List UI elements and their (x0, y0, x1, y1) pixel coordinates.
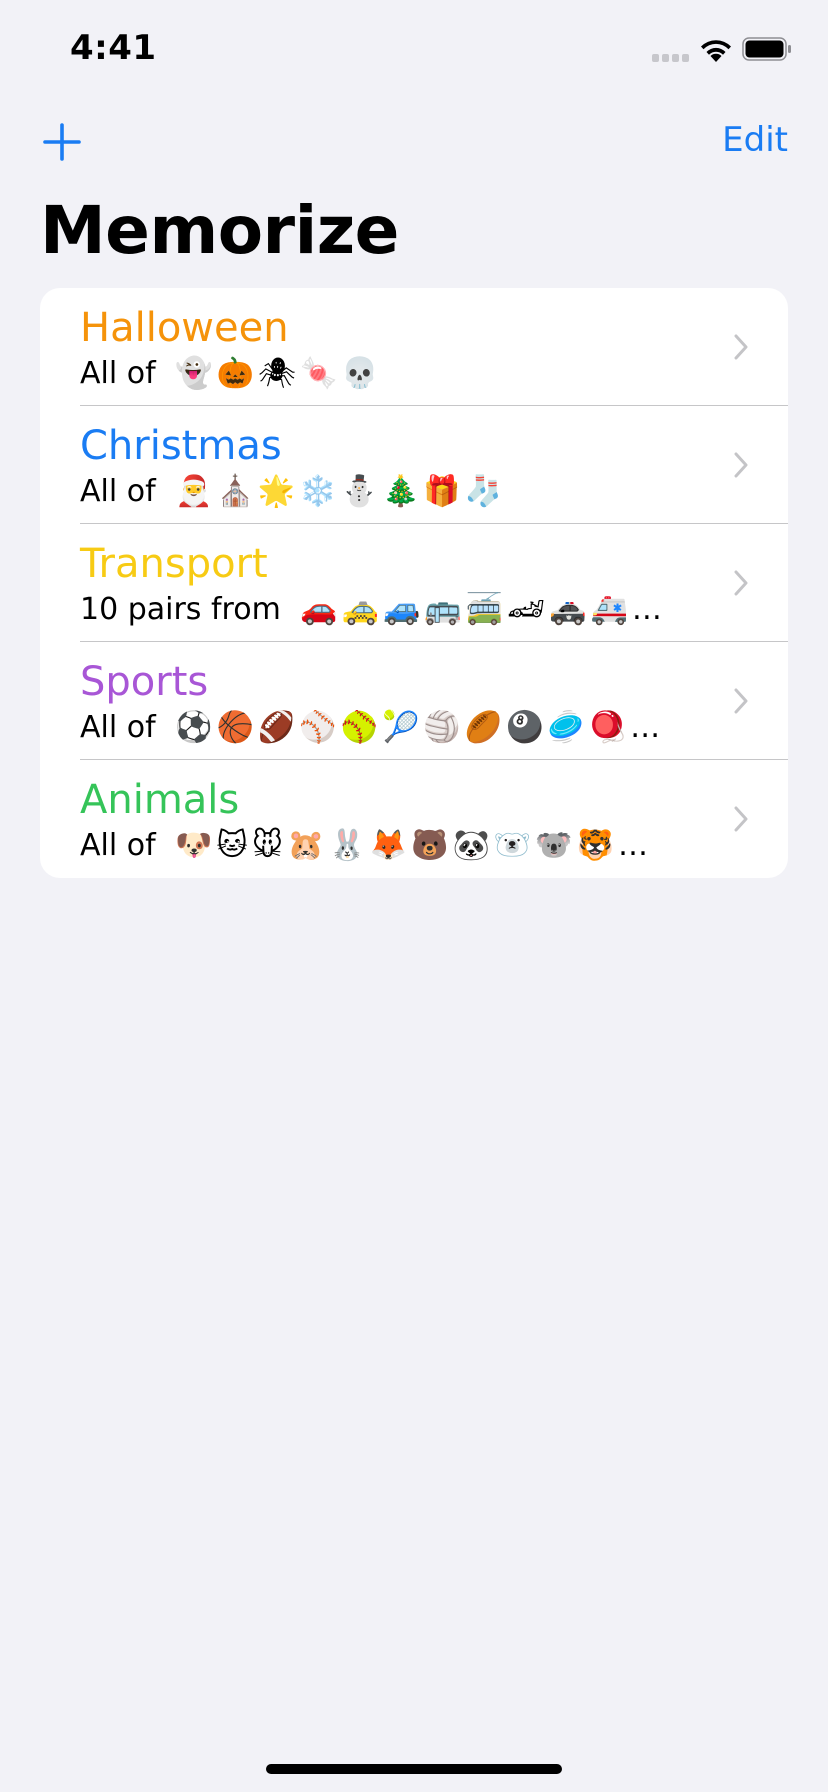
list-item-halloween[interactable]: Halloween All of 👻🎃🕷🍬💀 (40, 288, 788, 406)
chevron-right-icon (734, 806, 748, 832)
theme-list: Halloween All of 👻🎃🕷🍬💀 Christmas All of … (40, 288, 788, 878)
theme-detail-prefix: All of (80, 356, 156, 391)
status-time: 4:41 (70, 28, 157, 68)
status-bar: 4:41 (0, 0, 828, 100)
theme-detail: All of 🐶🐱🐭🐹🐰🦊🐻🐼🐻‍❄️🐨🐯… (80, 826, 740, 866)
list-item-christmas[interactable]: Christmas All of 🎅⛪🌟❄️⛄🎄🎁🧦 (40, 406, 788, 524)
page-title: Memorize (40, 192, 399, 269)
theme-emojis: ⚽🏀🏈⚾🥎🎾🏐🏉🎱🥏🪀… (175, 710, 665, 745)
theme-name: Halloween (80, 305, 289, 351)
chevron-right-icon (734, 334, 748, 360)
home-indicator[interactable] (266, 1764, 562, 1774)
battery-icon (742, 37, 791, 61)
theme-detail: All of 👻🎃🕷🍬💀 (80, 354, 740, 394)
theme-emojis: 🚗🚕🚙🚌🚎🏎🚓🚑… (300, 592, 666, 627)
list-item-animals[interactable]: Animals All of 🐶🐱🐭🐹🐰🦊🐻🐼🐻‍❄️🐨🐯… (40, 760, 788, 878)
wifi-icon (701, 40, 731, 62)
chevron-right-icon (734, 688, 748, 714)
add-button[interactable] (42, 122, 82, 162)
theme-name: Christmas (80, 423, 282, 469)
theme-name: Transport (80, 541, 268, 587)
theme-detail: 10 pairs from 🚗🚕🚙🚌🚎🏎🚓🚑… (80, 590, 740, 630)
theme-detail-prefix: 10 pairs from (80, 592, 281, 627)
theme-emojis: 🎅⛪🌟❄️⛄🎄🎁🧦 (175, 474, 507, 509)
chevron-right-icon (734, 452, 748, 478)
theme-detail: All of ⚽🏀🏈⚾🥎🎾🏐🏉🎱🥏🪀… (80, 708, 740, 748)
edit-button[interactable]: Edit (722, 120, 788, 160)
theme-detail-prefix: All of (80, 474, 156, 509)
cellular-signal-icon (652, 52, 692, 62)
theme-emojis: 🐶🐱🐭🐹🐰🦊🐻🐼🐻‍❄️🐨🐯… (175, 828, 652, 863)
list-item-sports[interactable]: Sports All of ⚽🏀🏈⚾🥎🎾🏐🏉🎱🥏🪀… (40, 642, 788, 760)
theme-emojis: 👻🎃🕷🍬💀 (175, 356, 383, 391)
theme-name: Animals (80, 777, 240, 823)
theme-detail-prefix: All of (80, 710, 156, 745)
chevron-right-icon (734, 570, 748, 596)
theme-name: Sports (80, 659, 209, 705)
theme-detail: All of 🎅⛪🌟❄️⛄🎄🎁🧦 (80, 472, 740, 512)
list-item-transport[interactable]: Transport 10 pairs from 🚗🚕🚙🚌🚎🏎🚓🚑… (40, 524, 788, 642)
theme-detail-prefix: All of (80, 828, 156, 863)
